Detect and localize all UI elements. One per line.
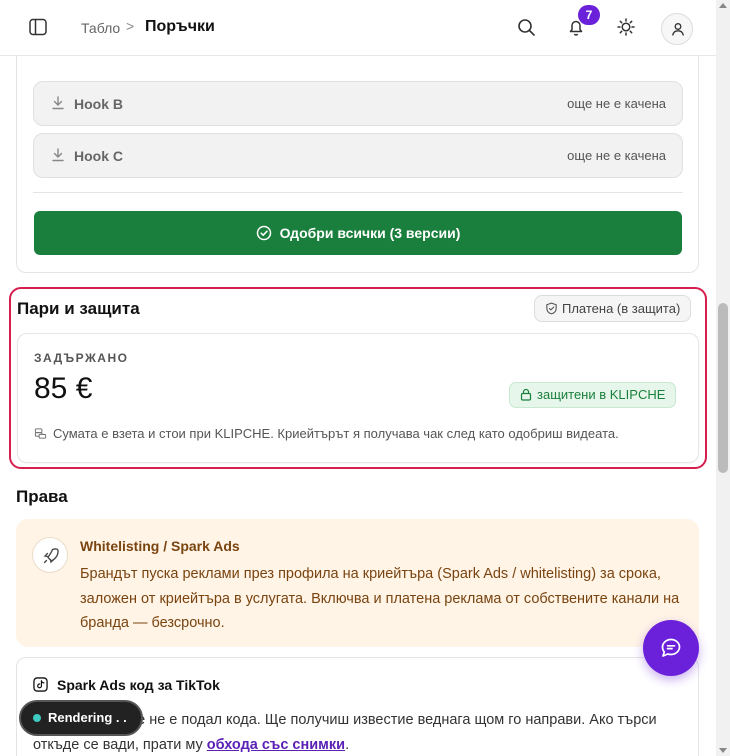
lock-icon — [520, 388, 532, 401]
hook-name: Hook C — [74, 148, 123, 164]
rendering-label: Rendering . . — [48, 710, 127, 725]
payment-status-label: Платена (в защита) — [562, 301, 681, 316]
held-label: ЗАДЪРЖАНО — [34, 351, 129, 365]
divider — [33, 192, 683, 193]
chat-icon — [661, 638, 681, 657]
scroll-up-arrow-icon[interactable] — [719, 3, 727, 8]
rendering-status-pill: Rendering . . — [19, 700, 143, 736]
spark-title: Whitelisting / Spark Ads — [80, 538, 240, 554]
scrollbar-thumb[interactable] — [718, 303, 728, 473]
tiktok-title: Spark Ads код за TikTok — [57, 677, 220, 693]
held-amount: 85 € — [34, 372, 93, 405]
breadcrumb-parent[interactable]: Табло — [81, 20, 120, 36]
section-title: Пари и защита — [17, 299, 140, 318]
held-note-text: Сумата е взета и стои при KLIPCHE. Крией… — [53, 426, 619, 441]
held-note: Сумата е взета и стои при KLIPCHE. Крией… — [34, 426, 619, 441]
money-protection-section: Пари и защита Платена (в защита) ЗАДЪРЖА… — [9, 287, 707, 469]
sidebar-toggle-icon[interactable] — [28, 17, 50, 39]
approve-all-label: Одобри всички (3 версии) — [279, 225, 461, 241]
tiktok-text-after: . — [345, 737, 350, 753]
vertical-scrollbar[interactable] — [716, 0, 730, 756]
notification-badge: 7 — [578, 5, 600, 25]
held-amount-box: ЗАДЪРЖАНО 85 € защитени в KLIPCHE Сумата… — [17, 333, 699, 463]
shield-check-icon — [546, 302, 557, 315]
user-avatar[interactable] — [661, 13, 693, 45]
spark-description: Брандът пуска реклами през профила на кр… — [80, 566, 680, 631]
hook-row: Hook C още не е качена — [33, 133, 683, 178]
sun-icon[interactable] — [615, 16, 639, 40]
tiktok-icon — [33, 677, 48, 697]
rocket-icon — [32, 537, 68, 573]
hook-row: Hook B още не е качена — [33, 81, 683, 126]
coins-icon — [34, 428, 47, 439]
rights-title: Права — [16, 487, 68, 506]
protected-label: защитени в KLIPCHE — [537, 387, 666, 402]
hook-name: Hook B — [74, 96, 123, 112]
hook-status: още не е качена — [567, 96, 666, 111]
download-icon — [51, 148, 65, 167]
user-icon — [672, 23, 684, 36]
approval-card: Hook B още не е качена Hook C още не е к… — [16, 20, 699, 273]
photo-guide-link[interactable]: обхода със снимки — [207, 737, 345, 753]
chat-button[interactable] — [643, 620, 699, 676]
scroll-down-arrow-icon[interactable] — [719, 748, 727, 753]
breadcrumb-separator: > — [126, 18, 135, 34]
approve-all-button[interactable]: Одобри всички (3 версии) — [34, 211, 682, 255]
download-icon — [51, 96, 65, 115]
main-content: Hook B още не е качена Hook C още не е к… — [0, 0, 716, 756]
top-header: Табло > Поръчки 7 — [0, 0, 716, 56]
payment-status-badge: Платена (в защита) — [534, 295, 692, 322]
status-dot — [33, 714, 41, 722]
search-icon[interactable] — [515, 16, 539, 40]
spark-ads-card: Whitelisting / Spark Ads Брандът пуска р… — [16, 519, 699, 647]
protected-badge: защитени в KLIPCHE — [509, 382, 677, 408]
check-circle-icon — [256, 225, 271, 241]
page-title: Поръчки — [145, 18, 215, 35]
hook-status: още не е качена — [567, 148, 666, 163]
